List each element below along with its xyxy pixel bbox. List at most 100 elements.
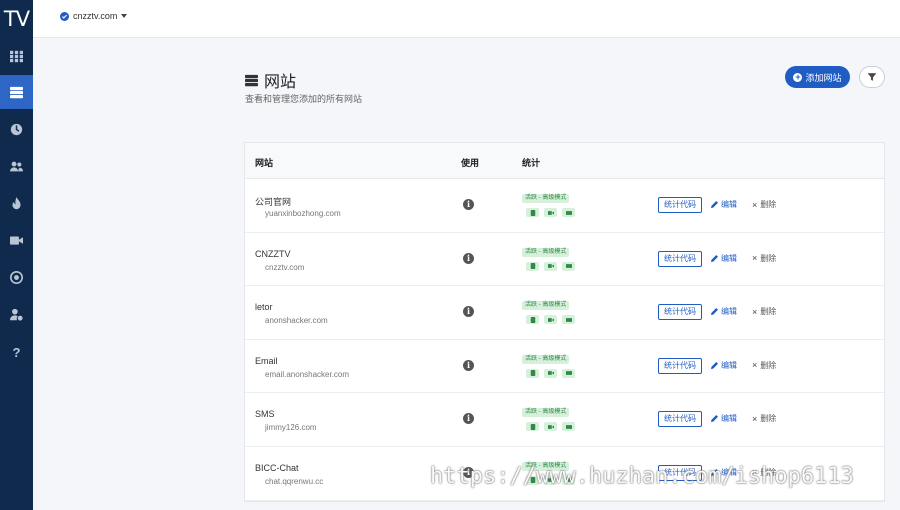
tracking-code-button[interactable]: 统计代码 (658, 250, 702, 267)
fire-icon (12, 196, 21, 209)
edit-link[interactable]: 编辑 (711, 199, 737, 210)
status-badge: 活跃 - 高级模式 (522, 194, 570, 203)
column-header-site: 网站 (255, 158, 274, 168)
close-icon: × (752, 413, 758, 424)
delete-label: 删除 (760, 414, 777, 424)
delete-label: 删除 (760, 200, 777, 209)
pencil-icon (711, 308, 718, 316)
sidebar-item-account[interactable] (0, 297, 33, 331)
feature-heatmap-icon[interactable] (526, 208, 539, 217)
site-switcher[interactable]: cnzztv.com (60, 11, 128, 21)
delete-link[interactable]: × 删除 (752, 360, 776, 371)
pencil-icon (711, 415, 718, 423)
info-icon[interactable]: i (463, 199, 474, 210)
tracking-code-button[interactable]: 统计代码 (658, 411, 702, 428)
sidebar-item-recordings[interactable] (0, 223, 33, 257)
table-row: SMS jimmy126.com i 活跃 - 高级模式 统计代码 编辑 × 删… (245, 393, 884, 447)
info-icon[interactable]: i (463, 359, 474, 371)
tracking-code-button[interactable]: 统计代码 (658, 357, 702, 374)
video-camera-icon (10, 235, 23, 245)
delete-link[interactable]: × 删除 (752, 306, 776, 317)
sidebar-item-goals[interactable] (0, 260, 33, 294)
column-header-usage: 使用 (461, 158, 480, 168)
sidebar: TV ? (0, 0, 33, 510)
add-website-button[interactable]: + 添加网站 (785, 66, 850, 88)
site-name[interactable]: 公司官网 (255, 195, 291, 208)
feature-recording-icon[interactable] (544, 368, 557, 378)
edit-link[interactable]: 编辑 (711, 360, 737, 371)
site-name[interactable]: BICC-Chat (255, 463, 299, 473)
table-row: letor anonshacker.com i 活跃 - 高级模式 统计代码 编… (245, 286, 884, 340)
close-icon: × (752, 253, 758, 264)
edit-label: 编辑 (721, 360, 737, 370)
status-badge: 活跃 - 高级模式 (522, 354, 570, 364)
edit-label: 编辑 (721, 253, 737, 263)
tracking-code-button[interactable]: 统计代码 (658, 304, 702, 321)
feature-email-icon[interactable] (562, 368, 575, 378)
tracking-features (526, 315, 580, 325)
feature-recording-icon[interactable] (544, 422, 557, 432)
site-domain: cnzztv.com (265, 262, 305, 272)
pencil-icon (711, 361, 718, 369)
feature-heatmap-icon[interactable] (526, 315, 539, 325)
info-icon[interactable]: i (463, 252, 474, 264)
sidebar-item-dashboard[interactable] (0, 39, 33, 73)
server-list-icon (10, 86, 23, 98)
sidebar-item-visitors[interactable] (0, 149, 33, 183)
sidebar-item-heatmap[interactable] (0, 186, 33, 220)
table-row: CNZZTV cnzztv.com i 活跃 - 高级模式 统计代码 编辑 × … (245, 233, 884, 287)
table-header: 网站 使用 统计 (245, 143, 884, 179)
status-badge: 活跃 - 高级模式 (522, 247, 570, 257)
site-domain: jimmy126.com (265, 423, 317, 433)
edit-label: 编辑 (721, 307, 737, 317)
tracking-features (526, 208, 580, 217)
delete-label: 删除 (760, 253, 777, 263)
site-name[interactable]: Email (255, 356, 278, 366)
site-domain: anonshacker.com (265, 316, 328, 326)
filter-button[interactable] (859, 66, 885, 88)
server-list-icon (245, 74, 258, 86)
edit-link[interactable]: 编辑 (711, 413, 737, 424)
feature-heatmap-icon[interactable] (526, 368, 539, 378)
feature-email-icon[interactable] (562, 208, 575, 217)
site-domain: email.anonshacker.com (265, 369, 350, 379)
caret-down-icon (121, 14, 128, 18)
table-body: 公司官网 yuanxinbozhong.com i 活跃 - 高级模式 统计代码… (245, 179, 884, 501)
page-subtitle: 查看和管理您添加的所有网站 (245, 94, 363, 104)
delete-link[interactable]: × 删除 (752, 413, 776, 424)
pencil-icon (711, 201, 718, 208)
feature-email-icon[interactable] (562, 315, 575, 325)
edit-link[interactable]: 编辑 (711, 253, 737, 264)
top-bar: cnzztv.com (33, 0, 900, 38)
feature-heatmap-icon[interactable] (526, 422, 539, 432)
site-name[interactable]: SMS (255, 409, 275, 419)
feature-recording-icon[interactable] (544, 315, 557, 325)
feature-email-icon[interactable] (562, 422, 575, 432)
page-title: 网站 (245, 68, 296, 92)
close-icon: × (752, 306, 758, 317)
add-website-label: 添加网站 (805, 72, 842, 83)
tracking-code-button[interactable]: 统计代码 (658, 197, 702, 213)
edit-link[interactable]: 编辑 (711, 306, 737, 317)
site-name[interactable]: letor (255, 302, 273, 312)
users-icon (10, 161, 23, 171)
site-name[interactable]: CNZZTV (255, 249, 291, 259)
help-icon: ? (12, 344, 21, 360)
sidebar-item-help[interactable]: ? (0, 335, 33, 369)
app-logo[interactable]: TV (0, 4, 33, 34)
feature-heatmap-icon[interactable] (526, 261, 539, 271)
table-row: 公司官网 yuanxinbozhong.com i 活跃 - 高级模式 统计代码… (245, 179, 884, 233)
sidebar-item-websites[interactable] (0, 75, 33, 109)
feature-recording-icon[interactable] (544, 261, 557, 271)
info-icon[interactable]: i (463, 413, 474, 425)
feature-recording-icon[interactable] (544, 208, 557, 217)
filter-icon (867, 73, 877, 81)
tracking-features (526, 368, 580, 378)
delete-link[interactable]: × 删除 (752, 199, 776, 210)
target-icon (10, 270, 23, 284)
info-icon[interactable]: i (463, 306, 474, 318)
delete-link[interactable]: × 删除 (752, 253, 776, 264)
feature-email-icon[interactable] (562, 261, 575, 271)
pencil-icon (711, 254, 718, 262)
sidebar-item-realtime[interactable] (0, 112, 33, 146)
